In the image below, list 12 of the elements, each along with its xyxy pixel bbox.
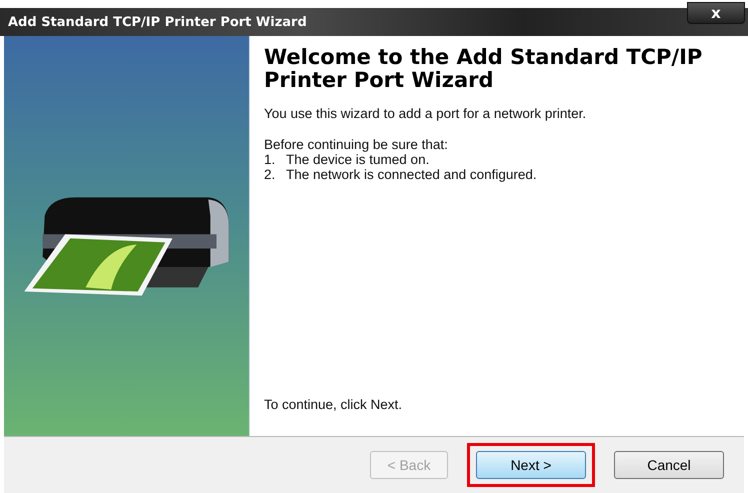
item-number: 1. [264, 152, 276, 167]
checklist-item: The device is tumed on. [286, 152, 430, 167]
wizard-button[interactable]: Cancel [614, 451, 724, 479]
checklist-title: Before continuing be sure that: [264, 137, 449, 152]
item-number: 2. [264, 167, 276, 182]
close-button[interactable]: x [687, 2, 745, 24]
window-title: Add Standard TCP/IP Printer Port Wizard [8, 14, 308, 30]
instruction-text: To continue, click Next. [264, 397, 404, 412]
wizard-heading: Welcome to the Add Standard TCP/IP Printer Port Wizard [264, 46, 704, 92]
checklist-item: The network is connected and configured. [286, 167, 537, 182]
intro-text: You use this wizard to add a port for a network printer. [264, 106, 588, 121]
wizard-button[interactable]: Next > [476, 451, 586, 479]
